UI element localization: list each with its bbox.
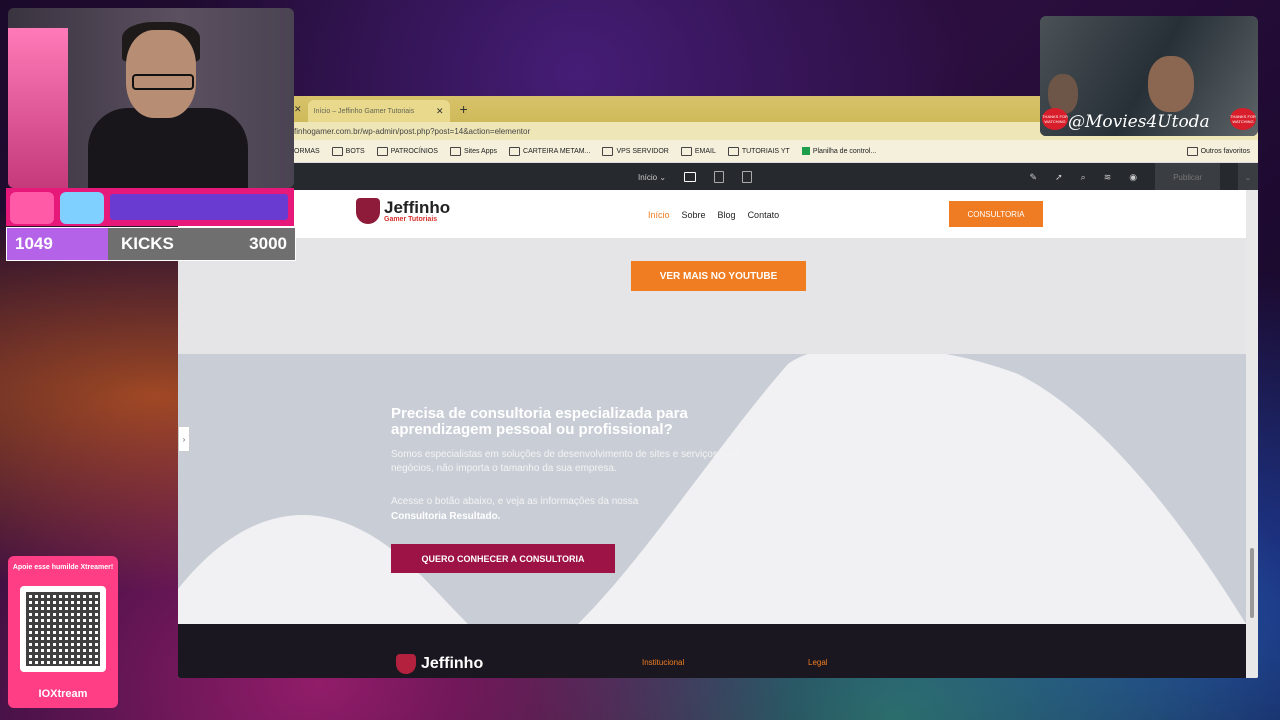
movie-watermark: @Movies4Utoda (1068, 112, 1210, 132)
bookmark-item[interactable]: ORMAS (294, 148, 320, 155)
bookmark-item[interactable]: PATROCÍNIOS (376, 146, 438, 156)
brush-icon[interactable]: ✎ (1030, 172, 1038, 183)
url-text: finhogamer.com.br/wp-admin/post.php?post… (294, 126, 531, 136)
kicks-current: 1049 (15, 234, 53, 253)
kicks-goal: 3000 (249, 234, 287, 253)
thanks-badge: THANKS FOR WATCHING (1042, 108, 1068, 130)
bookmark-item[interactable]: Planilha de control... (801, 147, 876, 155)
site-canvas: Jeffinho Gamer Tutoriais Início Sobre Bl… (178, 190, 1246, 678)
emote-icon (60, 192, 104, 224)
footer-heading-institucional: Institucional (642, 658, 685, 667)
nav-item-inicio[interactable]: Início (648, 210, 670, 220)
bookmark-item[interactable]: CARTEIRA METAM... (509, 146, 590, 156)
folder-icon (1186, 146, 1198, 156)
page-select[interactable]: Início ⌄ (638, 173, 666, 182)
nav-item-blog[interactable]: Blog (718, 210, 736, 220)
site-header: Jeffinho Gamer Tutoriais Início Sobre Bl… (178, 190, 1246, 238)
movie-overlay: THANKS FOR WATCHING THANKS FOR WATCHING … (1040, 16, 1258, 136)
cta-description: Somos especialistas em soluções de desen… (391, 449, 741, 474)
tablet-view-icon[interactable] (714, 171, 725, 183)
site-footer: Jeffinho Institucional Legal (178, 624, 1246, 678)
bookmarks-bar: ORMAS BOTS PATROCÍNIOS Sites Apps CARTEI… (178, 140, 1258, 163)
folder-icon (376, 146, 388, 156)
folder-icon (509, 146, 521, 156)
sheets-icon (801, 147, 810, 155)
bookmark-item[interactable]: EMAIL (680, 146, 716, 156)
folder-icon (680, 146, 692, 156)
chevron-down-icon[interactable]: ⌄ (1238, 163, 1258, 191)
bookmark-item[interactable]: TUTORIAIS YT (727, 146, 790, 156)
browser-window: ✕ Início – Jeffinho Gamer Tutoriais ✕ + … (178, 96, 1258, 678)
cta-section: Precisa de consultoria especializada par… (178, 354, 1246, 624)
desktop-view-icon[interactable] (684, 172, 697, 182)
cta-title: Precisa de consultoria especializada par… (391, 405, 688, 438)
kicks-emote-bar (6, 188, 294, 226)
donation-qr-panel: Apoie esse humilde Xtreamer! IOXtream (8, 556, 118, 708)
scrollbar-thumb[interactable] (1250, 548, 1254, 618)
logo-shield-icon (396, 654, 416, 674)
folder-icon (331, 146, 343, 156)
footer-heading-legal: Legal (808, 658, 828, 667)
browser-tab[interactable]: Início – Jeffinho Gamer Tutoriais ✕ (307, 100, 450, 122)
emote-icon (10, 192, 54, 224)
youtube-section: VER MAIS NO YOUTUBE (178, 238, 1246, 354)
qr-title: Apoie esse humilde Xtreamer! (12, 564, 114, 571)
elementor-top-bar: Início ⌄ ✎ ➚ ⌕ ≋ ◉ Publicar ⌄ (178, 163, 1258, 191)
publish-button[interactable]: Publicar (1155, 163, 1220, 191)
scrollbar[interactable] (1246, 190, 1258, 678)
thanks-badge: THANKS FOR WATCHING (1230, 108, 1256, 130)
rocket-icon[interactable]: ➚ (1055, 172, 1063, 183)
bookmark-item[interactable]: VPS SERVIDOR (602, 146, 669, 156)
folder-icon (727, 146, 739, 156)
webcam-feed (8, 8, 294, 188)
close-tab-icon[interactable]: ✕ (294, 104, 302, 115)
kicks-goal-bar: 1049 KICKS 3000 (6, 227, 296, 261)
nav-item-sobre[interactable]: Sobre (682, 210, 706, 220)
folder-icon (449, 146, 461, 156)
bookmark-item[interactable]: BOTS (331, 146, 365, 156)
youtube-button[interactable]: VER MAIS NO YOUTUBE (631, 261, 806, 291)
tab-title: Início – Jeffinho Gamer Tutoriais (313, 107, 415, 115)
cta-subtext: Acesse o botão abaixo, e veja as informa… (391, 494, 751, 524)
logo-shield-icon (356, 198, 380, 224)
close-icon[interactable]: ✕ (436, 106, 444, 117)
cta-button[interactable]: QUERO CONHECER A CONSULTORIA (391, 544, 615, 573)
other-bookmarks[interactable]: Outros favoritos (1186, 146, 1250, 156)
main-nav: Início Sobre Blog Contato (648, 210, 779, 220)
kicks-label: KICKS (121, 234, 174, 253)
mobile-view-icon[interactable] (742, 171, 753, 183)
wave-shape (178, 354, 1246, 624)
footer-logo[interactable]: Jeffinho (396, 654, 483, 674)
qr-code (20, 586, 106, 672)
panel-toggle-handle[interactable]: › (178, 426, 190, 452)
folder-icon (602, 146, 614, 156)
qr-brand: IOXtream (38, 688, 88, 700)
layers-icon[interactable]: ≋ (1104, 172, 1112, 183)
consultoria-button[interactable]: CONSULTORIA (949, 201, 1043, 227)
search-icon[interactable]: ⌕ (1081, 172, 1086, 183)
bookmark-item[interactable]: Sites Apps (449, 146, 497, 156)
new-tab-icon[interactable]: + (460, 101, 468, 117)
preview-eye-icon[interactable]: ◉ (1129, 172, 1137, 183)
site-logo[interactable]: Jeffinho Gamer Tutoriais (356, 198, 450, 224)
glasses (132, 74, 194, 90)
nav-item-contato[interactable]: Contato (748, 210, 780, 220)
cta-emphasis: Consultoria Resultado. (391, 511, 501, 522)
